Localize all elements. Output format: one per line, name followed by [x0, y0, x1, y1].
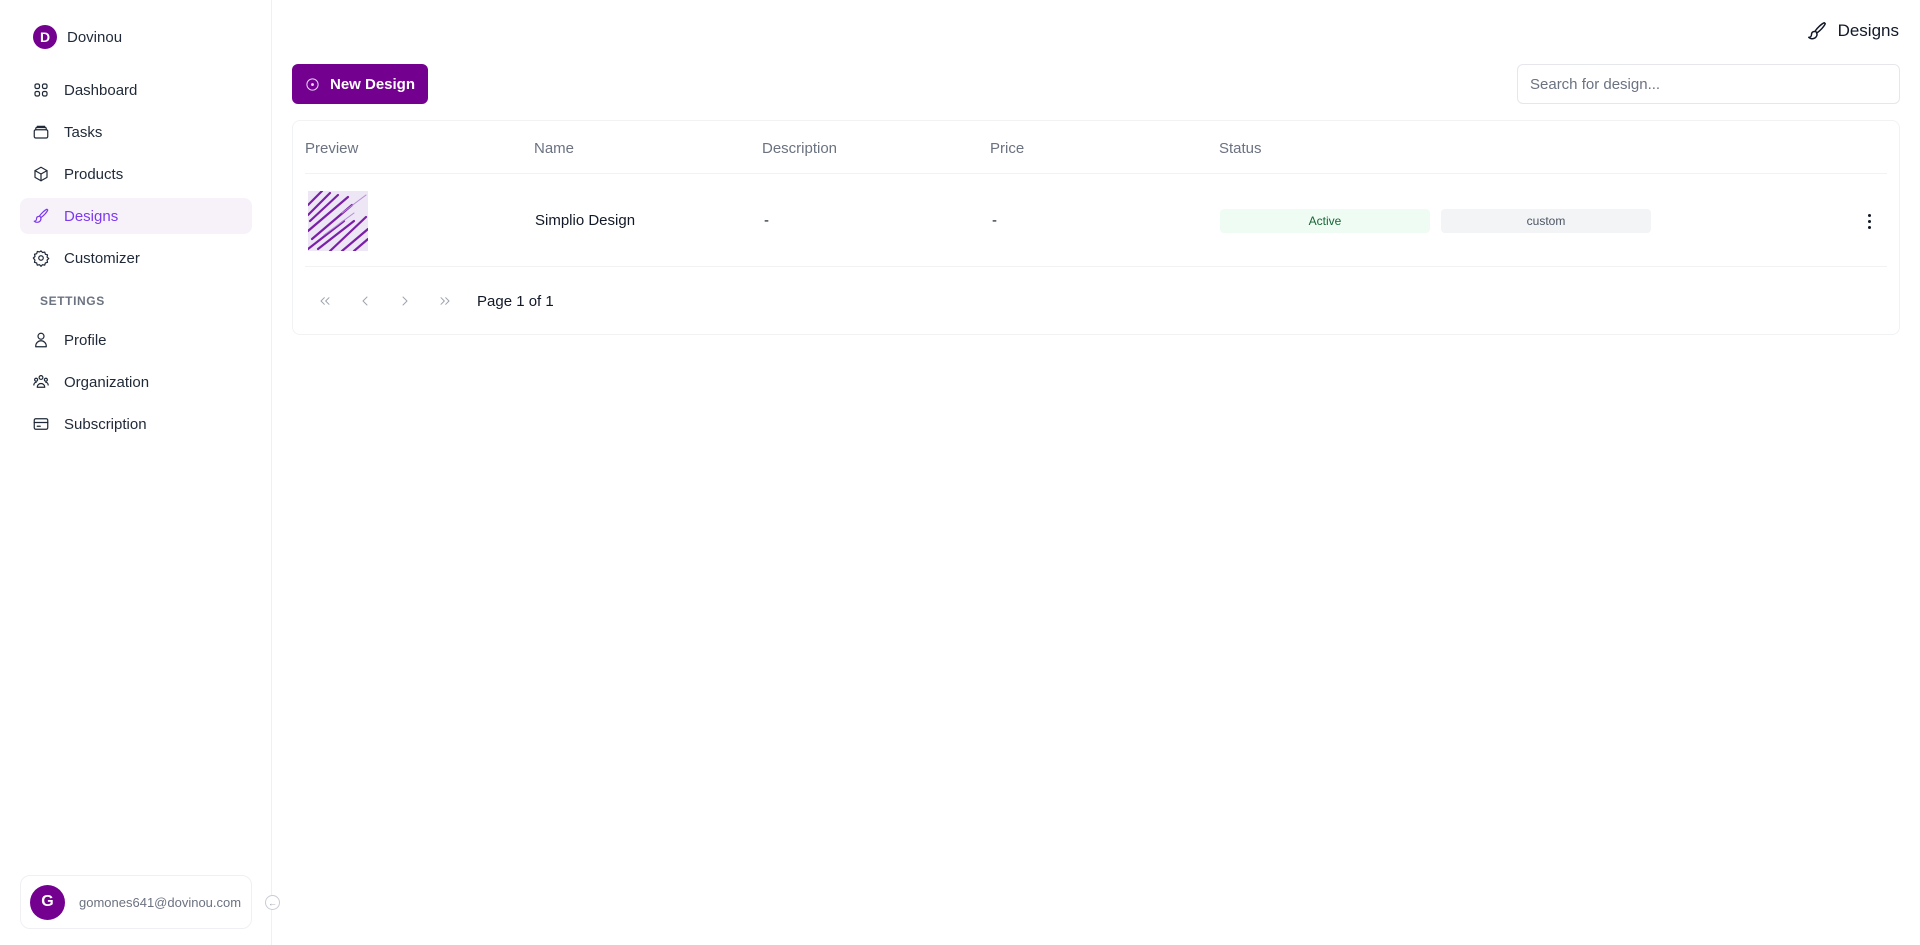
chevrons-left-icon — [320, 297, 330, 305]
sidebar-nav: Dashboard Tasks Products Designs Customi… — [20, 72, 252, 448]
page-title: Designs — [1806, 20, 1899, 42]
brand-name: Dovinou — [67, 28, 123, 46]
sidebar-item-label: Profile — [64, 331, 107, 349]
sidebar-item-label: Dashboard — [64, 81, 138, 99]
sidebar-item-tasks[interactable]: Tasks — [20, 114, 252, 150]
gear-icon — [32, 250, 50, 267]
sidebar: D Dovinou Dashboard Tasks Products Desig… — [0, 0, 272, 945]
sidebar-item-label: Products — [64, 165, 124, 183]
brand[interactable]: D Dovinou — [33, 25, 122, 49]
layers-icon — [33, 125, 49, 139]
sidebar-item-designs[interactable]: Designs — [20, 198, 252, 234]
kebab-dot — [1867, 213, 1871, 217]
chevron-left-icon — [362, 296, 368, 306]
status-badge: Active — [1220, 209, 1430, 233]
sidebar-item-profile[interactable]: Profile — [20, 322, 252, 358]
prev-page-button[interactable] — [353, 289, 393, 313]
kebab-dot — [1867, 225, 1871, 229]
brush-icon — [33, 208, 49, 223]
column-header-description[interactable]: Description — [762, 140, 837, 157]
pagination: Page 1 of 1 — [313, 289, 554, 313]
column-header-status[interactable]: Status — [1219, 140, 1262, 157]
sidebar-item-label: Tasks — [64, 123, 103, 141]
new-design-label: New Design — [329, 75, 416, 93]
design-price: - — [992, 212, 997, 229]
table-header: Preview Name Description Price Status — [305, 121, 1887, 174]
designs-table: Preview Name Description Price Status Si… — [292, 120, 1900, 335]
next-page-button[interactable] — [393, 289, 433, 313]
design-preview-thumbnail[interactable] — [308, 191, 368, 251]
sidebar-item-label: Customizer — [64, 249, 140, 267]
chevron-right-icon — [402, 296, 408, 306]
search-input[interactable] — [1517, 64, 1900, 104]
design-name[interactable]: Simplio Design — [535, 212, 635, 229]
last-page-button[interactable] — [433, 289, 473, 313]
user-email: gomones641@dovinou.com — [79, 894, 242, 910]
page-title-text: Designs — [1837, 21, 1899, 40]
credit-card-icon — [33, 418, 49, 430]
sidebar-item-label: Subscription — [64, 415, 147, 433]
box-icon — [34, 166, 48, 182]
table-row[interactable]: Simplio Design - - Active custom — [305, 175, 1887, 267]
first-page-button[interactable] — [313, 289, 353, 313]
user-menu[interactable]: G gomones641@dovinou.com — [20, 875, 252, 929]
arrow-left-icon: ← — [268, 897, 277, 908]
sidebar-item-customizer[interactable]: Customizer — [20, 240, 252, 276]
brush-icon — [1807, 22, 1826, 40]
sidebar-item-products[interactable]: Products — [20, 156, 252, 192]
user-icon — [35, 332, 47, 348]
column-header-price[interactable]: Price — [990, 140, 1024, 157]
column-header-name[interactable]: Name — [534, 140, 574, 157]
kebab-dot — [1867, 219, 1871, 223]
sidebar-item-subscription[interactable]: Subscription — [20, 406, 252, 442]
page-indicator: Page 1 of 1 — [477, 292, 554, 310]
collapse-sidebar-button[interactable]: ← — [265, 895, 280, 910]
chevrons-right-icon — [440, 297, 450, 305]
grid-icon — [34, 83, 48, 97]
avatar: G — [30, 884, 65, 920]
plus-circle-icon — [306, 77, 319, 91]
sidebar-item-label: Designs — [64, 207, 119, 225]
type-badge: custom — [1441, 209, 1651, 233]
column-header-preview[interactable]: Preview — [305, 140, 358, 157]
design-description: - — [764, 212, 769, 229]
new-design-button[interactable]: New Design — [292, 64, 428, 104]
users-icon — [33, 375, 49, 388]
row-actions-menu-button[interactable] — [1859, 207, 1879, 235]
settings-section-label: SETTINGS — [40, 294, 105, 308]
sidebar-item-dashboard[interactable]: Dashboard — [20, 72, 252, 108]
sidebar-item-organization[interactable]: Organization — [20, 364, 252, 400]
sidebar-item-label: Organization — [64, 373, 150, 391]
brand-logo: D — [33, 25, 57, 49]
